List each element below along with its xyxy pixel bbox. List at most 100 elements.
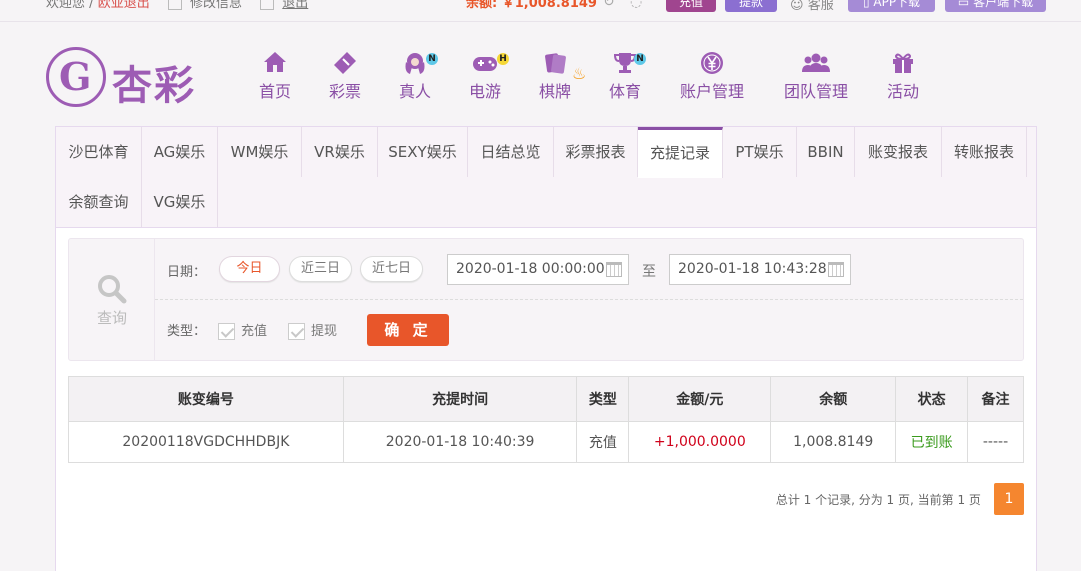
tab-account-change[interactable]: 账变报表 xyxy=(855,127,942,177)
deposit-checkbox[interactable]: 充值 xyxy=(218,320,267,340)
col-transaction-id: 账变编号 xyxy=(68,376,344,422)
info-icon xyxy=(167,0,182,10)
col-balance: 余额 xyxy=(770,376,897,422)
new-badge: N xyxy=(426,53,438,65)
tab-deposit-withdraw[interactable]: 充提记录 xyxy=(638,127,723,178)
cell-remark: ----- xyxy=(967,421,1024,463)
col-time: 充提时间 xyxy=(342,376,578,422)
end-date-input[interactable]: 2020-01-18 10:43:28 xyxy=(669,254,851,285)
tab-vg[interactable]: VG娱乐 xyxy=(142,177,218,227)
tab-bbin[interactable]: BBIN xyxy=(797,127,855,177)
yen-icon xyxy=(677,50,747,78)
chat-icon[interactable]: ◌ xyxy=(630,0,642,10)
nav-account[interactable]: 账户管理 xyxy=(677,50,747,106)
tab-transfer-report[interactable]: 转账报表 xyxy=(942,127,1027,177)
cell-balance: 1,008.8149 xyxy=(770,421,897,463)
client-download-button[interactable]: ▭ 客户端下载 xyxy=(945,0,1046,12)
withdraw-checkbox[interactable]: 提现 xyxy=(288,320,337,340)
headset-icon: ☺ xyxy=(790,0,804,13)
tab-sexy[interactable]: SEXY娱乐 xyxy=(378,127,468,177)
hot-badge: H xyxy=(497,53,509,65)
nav-egames[interactable]: H 电游 xyxy=(464,50,509,106)
nav-label: 活动 xyxy=(886,82,919,101)
nav-home[interactable]: 首页 xyxy=(254,50,296,106)
app-download-button[interactable]: ▯ APP下载 xyxy=(848,0,935,12)
range-7days-button[interactable]: 近七日 xyxy=(360,256,423,282)
nav-promotions[interactable]: 活动 xyxy=(884,50,922,106)
query-form: 查询 日期： 今日 近三日 近七日 2020-01-18 00:00:00 至 … xyxy=(68,238,1024,361)
customer-service-link[interactable]: ☺ 客服 xyxy=(790,0,834,13)
logo[interactable]: G 杏彩 xyxy=(46,47,206,109)
refresh-icon[interactable]: ↻ xyxy=(603,0,615,10)
search-icon xyxy=(98,275,127,304)
type-row: 类型： 充值 提现 确 定 xyxy=(155,300,1023,360)
start-date-input[interactable]: 2020-01-18 00:00:00 xyxy=(447,254,629,285)
calendar-icon xyxy=(606,262,622,277)
customer-service-label: 客服 xyxy=(807,0,834,13)
col-amount: 金额/元 xyxy=(628,376,772,422)
date-label: 日期： xyxy=(167,265,207,280)
col-type: 类型 xyxy=(576,376,630,422)
exit-link[interactable]: 退出 xyxy=(282,0,308,11)
balance-text: 余额: ￥1,008.8149 xyxy=(466,0,597,11)
page-1-button[interactable]: 1 xyxy=(994,483,1024,515)
nav-label: 团队管理 xyxy=(783,82,848,101)
exit-icon xyxy=(260,0,275,10)
col-status: 状态 xyxy=(895,376,969,422)
to-label: 至 xyxy=(642,264,656,280)
greeting-text: 欢迎您 xyxy=(46,0,86,11)
tab-vr[interactable]: VR娱乐 xyxy=(302,127,378,177)
app-download-label: APP下载 xyxy=(873,0,921,9)
tab-balance-query[interactable]: 余额查询 xyxy=(56,177,142,227)
records-table: 账变编号 充提时间 类型 金额/元 余额 状态 备注 20200118VGDCH… xyxy=(68,376,1024,463)
tab-daily-overview[interactable]: 日结总览 xyxy=(468,127,554,177)
withdraw-button[interactable]: 提款 xyxy=(725,0,777,12)
logo-letter: G xyxy=(59,54,92,99)
cell-status: 已到账 xyxy=(895,421,969,463)
pagination-summary: 总计 1 个记录, 分为 1 页, 当前第 1 页 xyxy=(775,492,981,507)
nav-label: 棋牌 xyxy=(538,82,571,101)
top-bar: 欢迎您 / 欧亚退出 修改信息 退出 余额: ￥1,008.8149 ↻ ◌ 充… xyxy=(0,0,1081,22)
nav-chess-cards[interactable]: 棋牌 xyxy=(534,50,576,106)
checkbox-icon xyxy=(218,323,235,340)
col-remark: 备注 xyxy=(967,376,1024,422)
team-icon xyxy=(781,50,851,78)
nav-lottery[interactable]: 彩票 xyxy=(324,50,366,106)
tab-saba-sports[interactable]: 沙巴体育 xyxy=(56,127,142,177)
nav-label: 账户管理 xyxy=(679,82,744,101)
cell-time: 2020-01-18 10:40:39 xyxy=(342,421,578,463)
calendar-icon xyxy=(828,262,844,277)
cell-amount: +1,000.0000 xyxy=(628,421,772,463)
report-tabs: 沙巴体育 AG娱乐 WM娱乐 VR娱乐 SEXY娱乐 日结总览 彩票报表 充提记… xyxy=(56,127,1036,228)
nav-sports[interactable]: N 体育 xyxy=(604,50,646,106)
range-today-button[interactable]: 今日 xyxy=(219,256,280,282)
cards-icon xyxy=(534,50,576,78)
user-links: 欢迎您 / 欧亚退出 修改信息 退出 xyxy=(46,0,308,11)
pagination: 总计 1 个记录, 分为 1 页, 当前第 1 页 1 xyxy=(776,483,1024,515)
range-3days-button[interactable]: 近三日 xyxy=(289,256,352,282)
deposit-button[interactable]: 充值 xyxy=(666,0,716,12)
table-row: 20200118VGDCHHDBJK 2020-01-18 10:40:39 充… xyxy=(68,421,1024,463)
logout-link[interactable]: 欧亚退出 xyxy=(98,0,150,11)
nav-team[interactable]: 团队管理 xyxy=(781,50,851,106)
nav-live[interactable]: N 真人 xyxy=(394,50,438,106)
deposit-checkbox-label: 充值 xyxy=(241,324,268,339)
tab-wm[interactable]: WM娱乐 xyxy=(218,127,302,177)
fire-icon: ♨ xyxy=(572,64,587,83)
main-panel: 沙巴体育 AG娱乐 WM娱乐 VR娱乐 SEXY娱乐 日结总览 彩票报表 充提记… xyxy=(55,126,1037,571)
nav-label: 彩票 xyxy=(328,82,361,101)
logo-emblem: G xyxy=(46,47,106,107)
nav-label: 电游 xyxy=(468,82,501,101)
logo-text: 杏彩 xyxy=(112,63,196,109)
change-info-link[interactable]: 修改信息 xyxy=(190,0,242,11)
withdraw-checkbox-label: 提现 xyxy=(311,324,338,339)
tab-lottery-report[interactable]: 彩票报表 xyxy=(554,127,638,177)
tab-pt[interactable]: PT娱乐 xyxy=(723,127,797,177)
nav-label: 首页 xyxy=(258,82,291,101)
nav-label: 真人 xyxy=(398,82,431,101)
type-label: 类型： xyxy=(167,324,207,339)
tab-ag[interactable]: AG娱乐 xyxy=(142,127,218,177)
ticket-icon xyxy=(324,50,366,78)
checkbox-icon xyxy=(288,323,305,340)
confirm-button[interactable]: 确 定 xyxy=(367,314,449,346)
